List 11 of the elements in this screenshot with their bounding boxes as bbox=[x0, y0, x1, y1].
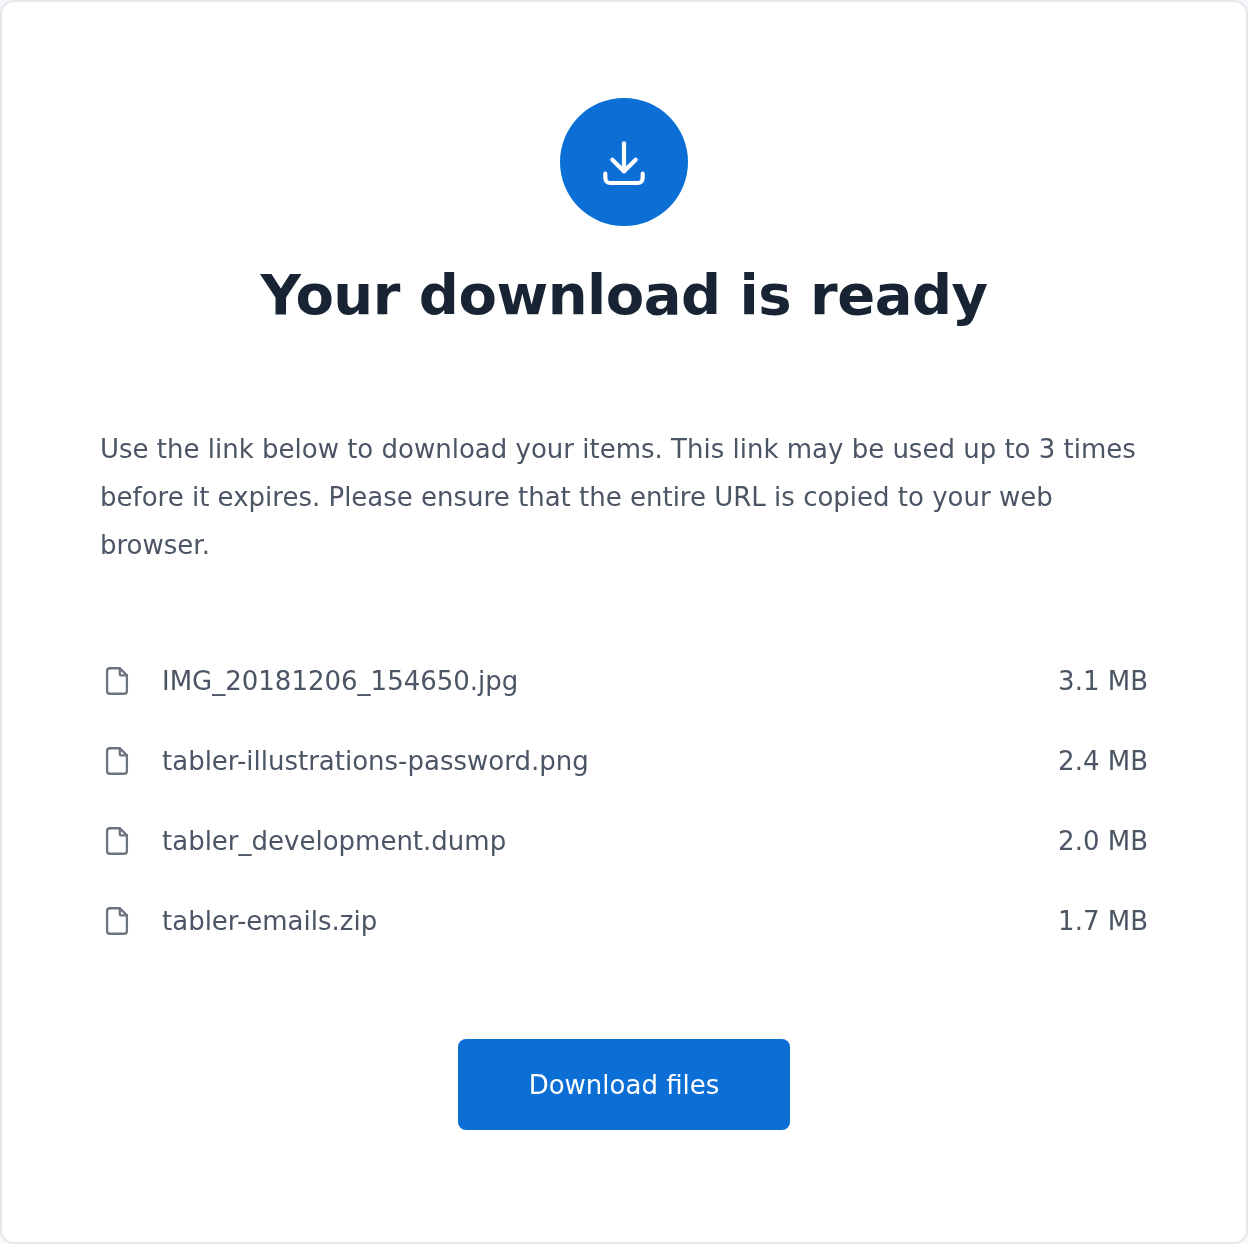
file-name: tabler-illustrations-password.png bbox=[162, 746, 590, 776]
file-size: 3.1 MB bbox=[1058, 666, 1148, 696]
file-name: tabler_development.dump bbox=[162, 826, 508, 856]
page-title: Your download is ready bbox=[260, 262, 988, 327]
file-name: IMG_20181206_154650.jpg bbox=[162, 666, 520, 696]
file-size: 1.7 MB bbox=[1058, 906, 1148, 936]
file-size: 2.0 MB bbox=[1058, 826, 1148, 856]
description-text: Use the link below to download your items. This link may be used up to 3 times before it expires. Please ensure that the entire URL is copied to your web browser. bbox=[100, 433, 1137, 562]
file-size: 2.4 MB bbox=[1058, 746, 1148, 776]
file-name: tabler-emails.zip bbox=[162, 906, 379, 936]
download-button[interactable]: Download files bbox=[458, 1039, 790, 1130]
